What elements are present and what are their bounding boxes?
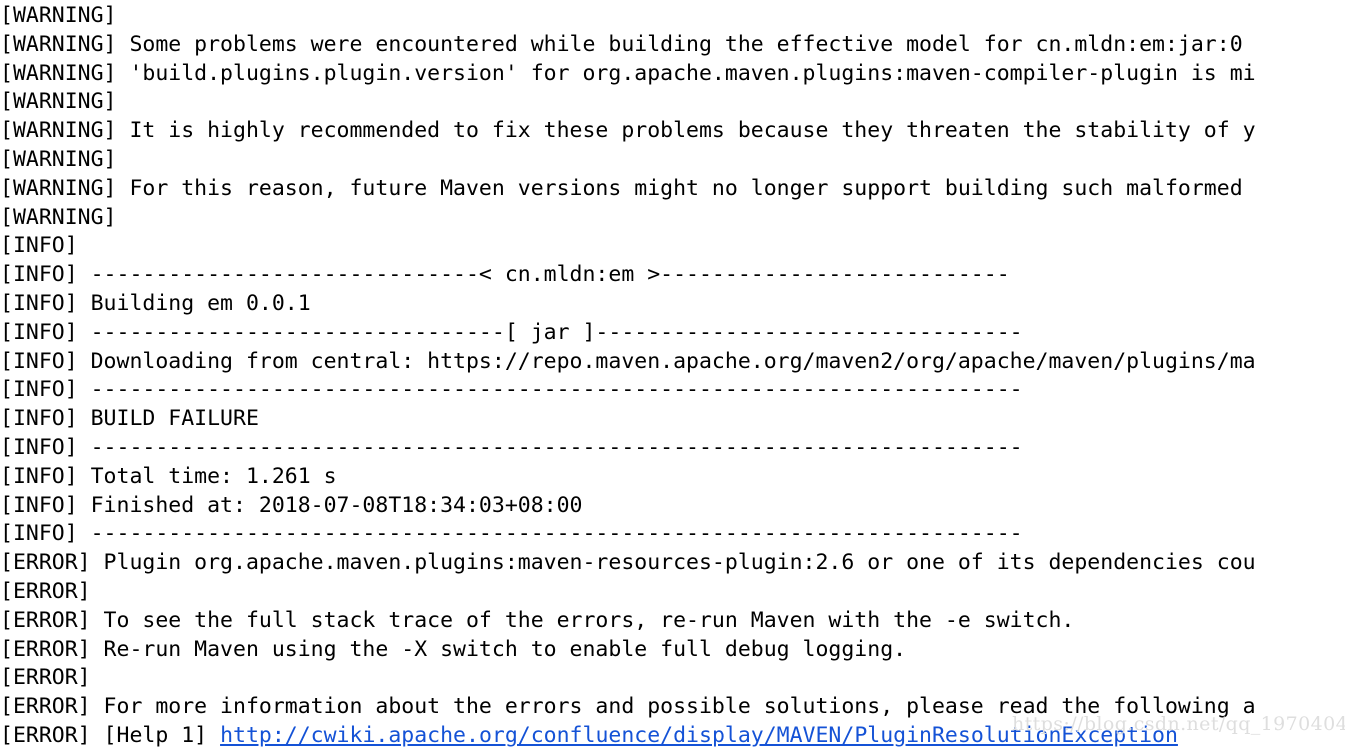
console-line: [WARNING]: [0, 89, 117, 115]
console-line: [INFO] Downloading from central: https:/…: [0, 348, 1256, 374]
console-line: [INFO] ------------------------------< c…: [0, 262, 1010, 288]
console-line: [ERROR]: [0, 579, 91, 604]
console-line: [ERROR] Plugin org.apache.maven.plugins:…: [0, 550, 1256, 576]
maven-console-output: [WARNING] [WARNING] Some problems were en…: [0, 0, 1345, 748]
console-line: [INFO] Building em 0.0.1: [0, 291, 311, 316]
console-line: [WARNING]: [0, 147, 117, 172]
console-line: [INFO] --------------------------------[…: [0, 319, 1023, 345]
console-line: [WARNING] 'build.plugins.plugin.version'…: [0, 60, 1256, 86]
console-line: [ERROR] To see the full stack trace of t…: [0, 607, 1075, 633]
console-line: [WARNING] For this reason, future Maven …: [0, 175, 1243, 201]
help-line-prefix: [ERROR] [Help 1]: [0, 723, 221, 748]
console-line: [INFO] Finished at: 2018-07-08T18:34:03+…: [0, 492, 583, 518]
console-line: [WARNING] It is highly recommended to fi…: [0, 118, 1256, 144]
console-line-help: [ERROR] [Help 1] http://cwiki.apache.org…: [0, 722, 1178, 748]
console-line: [INFO]: [0, 233, 78, 259]
console-line: [WARNING]: [0, 3, 117, 28]
plugin-resolution-exception-link[interactable]: http://cwiki.apache.org/confluence/displ…: [220, 723, 1178, 748]
console-line: [ERROR]: [0, 665, 91, 691]
console-line: [INFO] ---------------------------------…: [0, 435, 1023, 460]
console-line: [ERROR] For more information about the e…: [0, 694, 1256, 720]
console-line: [WARNING]: [0, 204, 117, 230]
console-line: [INFO] BUILD FAILURE: [0, 406, 259, 432]
console-line: [INFO] ---------------------------------…: [0, 377, 1023, 403]
console-line: [INFO] Total time: 1.261 s: [0, 463, 337, 489]
console-line: [ERROR] Re-run Maven using the -X switch…: [0, 636, 907, 662]
console-line: [WARNING] Some problems were encountered…: [0, 31, 1243, 57]
console-line: [INFO] ---------------------------------…: [0, 521, 1023, 547]
